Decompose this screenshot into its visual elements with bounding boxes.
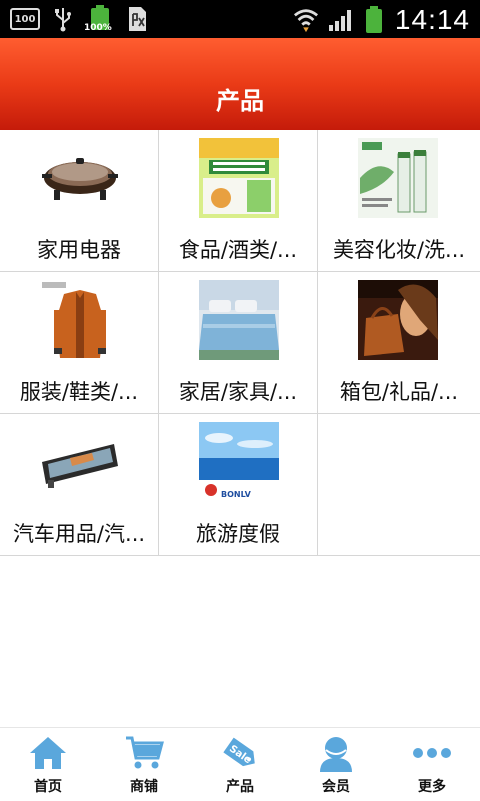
category-label: 旅游度假 (196, 522, 280, 546)
category-home-appliances[interactable]: 家用电器 (0, 130, 159, 271)
more-dots-icon (413, 748, 451, 758)
sale-tag-icon: Sale (223, 737, 255, 766)
grid-row: 服装/鞋类/... 家居/家具/... 箱包/礼品/... (0, 272, 480, 414)
food-product-ad-image (199, 138, 279, 218)
category-label: 家居/家具/... (178, 380, 298, 404)
category-travel[interactable]: BONLV 旅游度假 (159, 414, 318, 555)
signal-icon (327, 7, 353, 33)
grid-row: 汽车用品/汽... BONLV 旅游度假 (0, 414, 480, 556)
page-title: 产品 (216, 87, 264, 115)
clock: 14:14 (394, 4, 470, 35)
wifi-icon (293, 7, 319, 33)
category-home-furniture[interactable]: 家居/家具/... (159, 272, 318, 413)
category-auto-supplies[interactable]: 汽车用品/汽... (0, 414, 159, 555)
bedding-set-image (199, 280, 279, 360)
category-bags-gifts[interactable]: 箱包/礼品/... (318, 272, 480, 413)
category-label: 箱包/礼品/... (339, 380, 459, 404)
category-grid: 家用电器 食品/酒类/... 美容化妆/洗... 服装/鞋类/... 家居/家具… (0, 130, 480, 556)
category-label: 食品/酒类/... (178, 238, 298, 262)
cosmetics-bottles-image (358, 138, 438, 218)
suit-jacket-image (40, 280, 120, 360)
empty-cell (318, 414, 480, 555)
nav-label: 首页 (34, 779, 62, 795)
nav-more[interactable]: 更多 (384, 728, 480, 801)
ocean-travel-ad-image: BONLV (199, 422, 279, 502)
status-bar: 100 100% 14:14 (0, 0, 480, 38)
category-cosmetics[interactable]: 美容化妆/洗... (318, 130, 480, 271)
category-label: 美容化妆/洗... (332, 238, 466, 262)
battery-percent-text: 100% (84, 23, 112, 33)
bottom-nav: 首页 商铺 Sale 产品 会员 更多 (0, 727, 480, 801)
nav-shops[interactable]: 商铺 (96, 728, 192, 801)
screenshot-icon (124, 6, 150, 32)
battery-full-icon: 100% (84, 5, 114, 33)
nav-home[interactable]: 首页 (0, 728, 96, 801)
category-clothing[interactable]: 服装/鞋类/... (0, 272, 159, 413)
car-mirror-image (40, 422, 120, 502)
notification-box-icon: 100 (10, 8, 40, 30)
nav-label: 商铺 (130, 779, 158, 795)
nav-products[interactable]: Sale 产品 (192, 728, 288, 801)
cart-icon (126, 736, 164, 769)
nav-label: 产品 (226, 779, 254, 795)
nav-label: 更多 (418, 779, 446, 795)
category-food-drinks[interactable]: 食品/酒类/... (159, 130, 318, 271)
page-header: 产品 (0, 38, 480, 130)
nav-member[interactable]: 会员 (288, 728, 384, 801)
home-icon (30, 737, 66, 769)
category-label: 家用电器 (37, 238, 121, 262)
grid-row: 家用电器 食品/酒类/... 美容化妆/洗... (0, 130, 480, 272)
battery-icon (361, 6, 387, 33)
electric-skillet-image (40, 138, 120, 218)
category-label: 汽车用品/汽... (12, 522, 146, 546)
handbag-model-image (358, 280, 438, 360)
member-icon (320, 737, 352, 772)
nav-label: 会员 (322, 779, 350, 795)
usb-icon (50, 6, 76, 32)
ad-brand-text: BONLV (221, 490, 252, 499)
category-label: 服装/鞋类/... (19, 380, 139, 404)
notification-box-text: 100 (14, 13, 36, 25)
